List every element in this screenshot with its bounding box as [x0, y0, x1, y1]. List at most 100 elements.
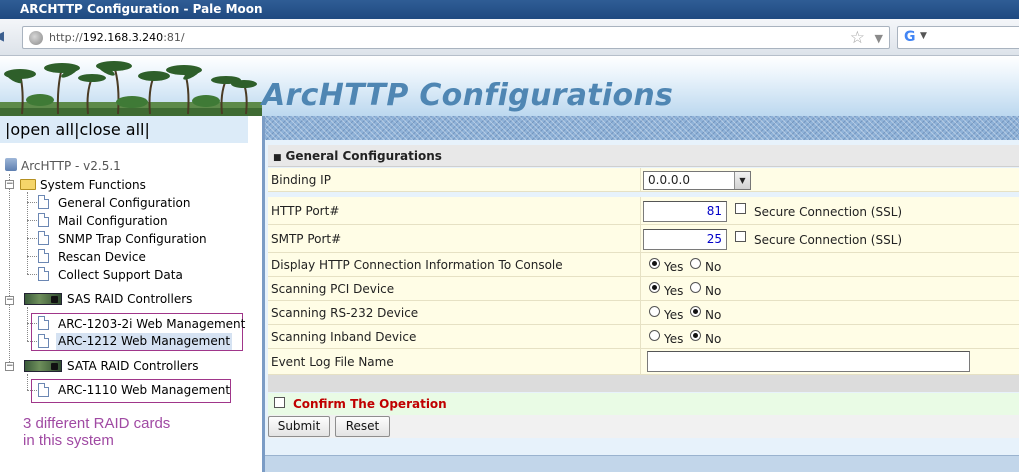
smtp-ssl-checkbox[interactable]	[735, 231, 746, 242]
page-icon	[38, 231, 49, 245]
row-event-log: Event Log File Name	[268, 349, 1019, 375]
collapse-toggle-icon[interactable]: −	[5, 362, 14, 371]
search-engine-dropdown-icon[interactable]: ▼	[920, 31, 927, 41]
column-separator	[640, 197, 641, 225]
address-bar[interactable]: http://192.168.3.240:81/ ☆ ▼	[22, 26, 890, 49]
tree-connector	[27, 341, 37, 342]
url-suffix: :81/	[163, 31, 185, 44]
window-title: ARCHTTP Configuration - Pale Moon	[20, 2, 263, 16]
page-icon	[38, 213, 49, 227]
event-log-filename-input[interactable]	[647, 351, 970, 372]
folder-icon	[20, 179, 36, 190]
row-scan-rs232: Scanning RS-232 Device Yes No	[268, 301, 1019, 325]
tree-connector	[27, 202, 37, 203]
tree-item-label: Rescan Device	[58, 250, 146, 264]
globe-icon	[29, 31, 43, 45]
search-box[interactable]: G ▼	[897, 26, 1019, 49]
section-header: ■ General Configurations	[268, 145, 1019, 167]
radio-yes-label: Yes	[664, 284, 684, 298]
confirm-operation-checkbox[interactable]	[274, 397, 285, 408]
general-configurations-form: ■ General Configurations Binding IP 0.0.0…	[268, 145, 1019, 455]
tree-item-collect-support-data[interactable]: Collect Support Data	[58, 267, 183, 283]
tree-item-label: ARC-1212 Web Management	[58, 334, 231, 348]
collapse-toggle-icon[interactable]: −	[5, 296, 14, 305]
tree-item-arc-1212[interactable]: ARC-1212 Web Management	[56, 333, 233, 350]
row-scan-inband: Scanning Inband Device Yes No	[268, 325, 1019, 349]
tree-item-mail-configuration[interactable]: Mail Configuration	[58, 213, 168, 229]
tree-item-label: SNMP Trap Configuration	[58, 232, 207, 246]
annotation-line: in this system	[23, 432, 114, 449]
page-icon	[38, 383, 49, 397]
binding-ip-select[interactable]: 0.0.0.0 ▼	[643, 171, 751, 190]
field-label: Event Log File Name	[271, 355, 394, 369]
field-label: Scanning Inband Device	[271, 330, 417, 344]
column-separator	[640, 301, 641, 325]
tree-connector	[27, 390, 37, 391]
http-ssl-checkbox[interactable]	[735, 203, 746, 214]
http-port-input[interactable]: 81	[643, 201, 727, 222]
raid-card-icon	[24, 293, 62, 305]
tree-connector	[27, 192, 28, 274]
column-separator	[640, 325, 641, 349]
scan-pci-yes-radio[interactable]	[649, 282, 660, 293]
palm-trees-banner-image	[0, 61, 262, 116]
tree-item-rescan-device[interactable]: Rescan Device	[58, 249, 146, 265]
field-label: Display HTTP Connection Information To C…	[271, 258, 563, 272]
tree-folder-sas-raid-controllers[interactable]: SAS RAID Controllers	[67, 291, 192, 307]
collapse-toggle-icon[interactable]: −	[5, 180, 14, 189]
form-buttons: Submit Reset	[268, 415, 1019, 438]
tree-item-label: General Configuration	[58, 196, 191, 210]
folder-label: SAS RAID Controllers	[67, 292, 193, 306]
tree-connector	[27, 374, 28, 390]
tree-folder-sata-raid-controllers[interactable]: SATA RAID Controllers	[67, 358, 198, 374]
tree-connector	[27, 323, 37, 324]
scan-rs232-no-radio[interactable]	[690, 306, 701, 317]
scan-inband-no-radio[interactable]	[690, 330, 701, 341]
google-icon[interactable]: G	[904, 29, 916, 45]
back-arrow-icon[interactable]: ◀	[0, 29, 8, 45]
decorative-pattern-bar	[265, 116, 1019, 140]
page-icon	[38, 249, 49, 263]
tree-item-arc-1203-2i[interactable]: ARC-1203-2i Web Management	[58, 316, 245, 332]
page-icon	[38, 334, 49, 348]
tree-connector	[27, 220, 37, 221]
browser-toolbar: ◀ http://192.168.3.240:81/ ☆ ▼ G ▼	[0, 19, 1019, 56]
url-text[interactable]: http://192.168.3.240:81/	[49, 31, 185, 44]
chevron-down-icon[interactable]: ▼	[734, 172, 750, 189]
tree-item-general-configuration[interactable]: General Configuration	[58, 195, 191, 211]
display-http-yes-radio[interactable]	[649, 258, 660, 269]
smtp-ssl-label: Secure Connection (SSL)	[754, 233, 903, 247]
tree-item-arc-1110[interactable]: ARC-1110 Web Management	[58, 382, 230, 398]
scan-rs232-yes-radio[interactable]	[649, 306, 660, 317]
folder-label: SATA RAID Controllers	[67, 359, 199, 373]
reset-button[interactable]: Reset	[335, 416, 390, 437]
tree-folder-system-functions[interactable]: System Functions	[40, 177, 146, 193]
computer-icon	[5, 158, 17, 171]
radio-yes-label: Yes	[664, 308, 684, 322]
url-dropdown-icon[interactable]: ▼	[875, 29, 883, 49]
row-smtp-port: SMTP Port# 25 Secure Connection (SSL)	[268, 225, 1019, 253]
url-prefix: http://	[49, 31, 83, 44]
tree-root[interactable]: ArcHTTP - v2.5.1	[21, 158, 121, 174]
field-label: Binding IP	[271, 173, 331, 187]
select-value: 0.0.0.0	[648, 173, 690, 187]
content-frame: ■ General Configurations Binding IP 0.0.0…	[265, 116, 1019, 472]
tree-root-label: ArcHTTP - v2.5.1	[21, 159, 121, 173]
page-icon	[38, 316, 49, 330]
tree-item-snmp-trap-configuration[interactable]: SNMP Trap Configuration	[58, 231, 207, 247]
column-separator	[640, 168, 641, 192]
field-label: HTTP Port#	[271, 204, 340, 218]
smtp-port-input[interactable]: 25	[643, 229, 727, 250]
tree-connector	[27, 256, 37, 257]
tree-connector	[27, 307, 28, 341]
scan-inband-yes-radio[interactable]	[649, 330, 660, 341]
column-separator	[640, 253, 641, 277]
bookmark-star-icon[interactable]: ☆	[850, 28, 865, 48]
display-http-no-radio[interactable]	[690, 258, 701, 269]
http-ssl-label: Secure Connection (SSL)	[754, 205, 903, 219]
scan-pci-no-radio[interactable]	[690, 282, 701, 293]
submit-button[interactable]: Submit	[268, 416, 330, 437]
open-close-all-links[interactable]: |open all|close all|	[0, 116, 248, 143]
confirm-operation-label: Confirm The Operation	[293, 397, 447, 411]
radio-no-label: No	[705, 332, 722, 346]
